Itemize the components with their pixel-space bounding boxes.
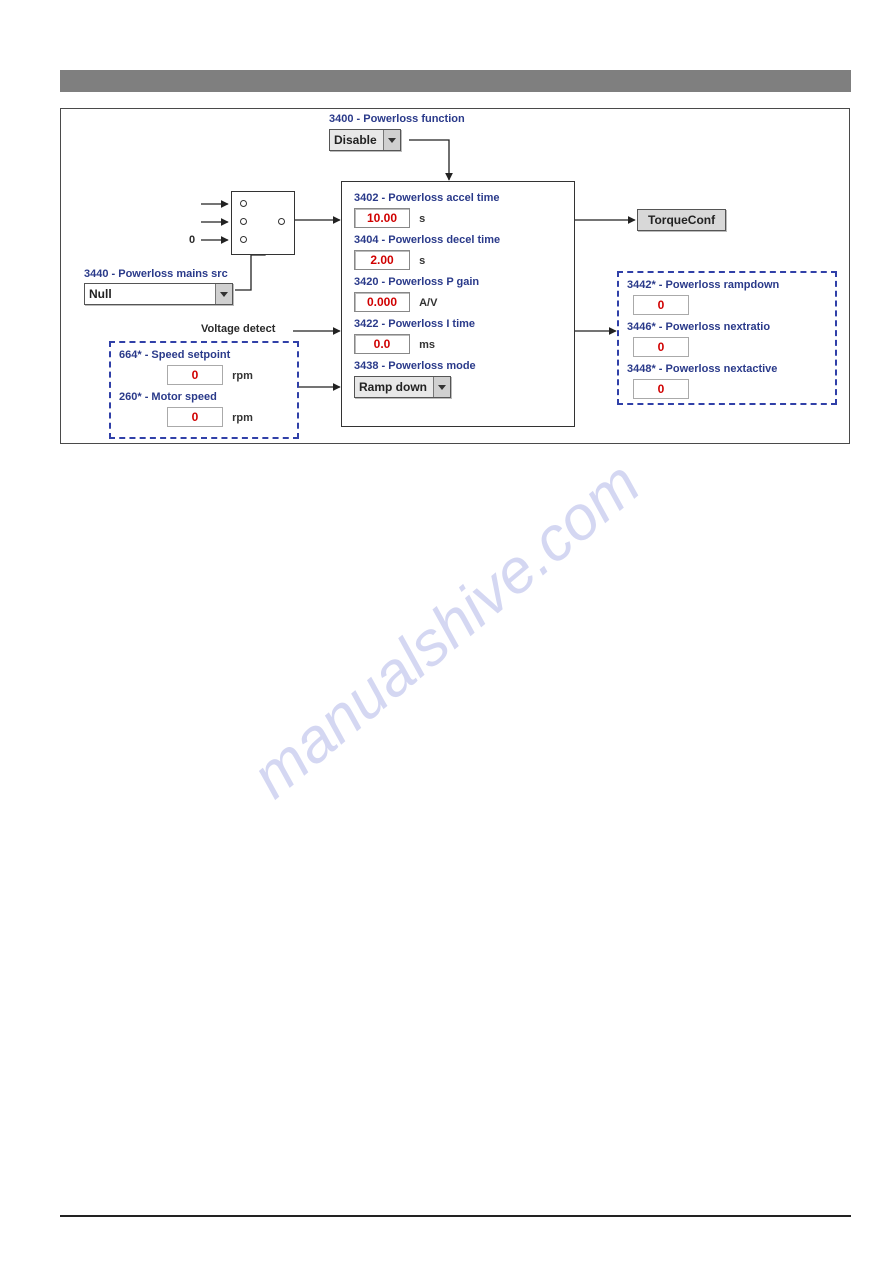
param-3438-value: Ramp down <box>355 377 433 397</box>
switch-zero-label: 0 <box>189 234 195 246</box>
param-260-unit: rpm <box>232 412 253 424</box>
param-3446-value: 0 <box>633 337 689 357</box>
speed-readouts-box: 664* - Speed setpoint 0 rpm 260* - Motor… <box>109 341 299 439</box>
param-3400-dropdown[interactable]: Disable <box>329 129 401 151</box>
param-3420-value[interactable]: 0.000 <box>354 292 410 312</box>
document-page: 3400 - Powerloss function Disable 0 3440… <box>0 0 893 1263</box>
param-3422-value[interactable]: 0.0 <box>354 334 410 354</box>
param-3402-value[interactable]: 10.00 <box>354 208 410 228</box>
param-260-value: 0 <box>167 407 223 427</box>
param-3446-label: 3446* - Powerloss nextratio <box>627 321 770 333</box>
param-3404-label: 3404 - Powerloss decel time <box>354 234 500 246</box>
footer-rule <box>60 1215 851 1217</box>
header-bar <box>60 70 851 92</box>
chevron-down-icon <box>433 377 450 397</box>
param-3400-value: Disable <box>330 130 383 150</box>
param-3442-label: 3442* - Powerloss rampdown <box>627 279 779 291</box>
param-3400-label: 3400 - Powerloss function <box>329 113 465 125</box>
param-3440-dropdown[interactable]: Null <box>84 283 233 305</box>
param-3420-label: 3420 - Powerloss P gain <box>354 276 479 288</box>
param-3438-dropdown[interactable]: Ramp down <box>354 376 451 398</box>
watermark-text: manualshive.com <box>238 448 653 812</box>
powerloss-params-box: 3402 - Powerloss accel time 10.00 s 3404… <box>341 181 575 427</box>
param-3448-value: 0 <box>633 379 689 399</box>
param-3440-label: 3440 - Powerloss mains src <box>84 268 228 280</box>
voltage-detect-label: Voltage detect <box>201 323 275 335</box>
param-3448-label: 3448* - Powerloss nextactive <box>627 363 777 375</box>
param-664-value: 0 <box>167 365 223 385</box>
torqueconf-button[interactable]: TorqueConf <box>637 209 726 231</box>
param-3440-value: Null <box>85 284 215 304</box>
param-664-label: 664* - Speed setpoint <box>119 349 230 361</box>
param-3422-label: 3422 - Powerloss I time <box>354 318 475 330</box>
param-3404-unit: s <box>419 255 425 267</box>
chevron-down-icon <box>215 284 232 304</box>
param-3402-label: 3402 - Powerloss accel time <box>354 192 500 204</box>
diagram-frame: 3400 - Powerloss function Disable 0 3440… <box>60 108 850 444</box>
powerloss-outputs-box: 3442* - Powerloss rampdown 0 3446* - Pow… <box>617 271 837 405</box>
param-3404-value[interactable]: 2.00 <box>354 250 410 270</box>
param-260-label: 260* - Motor speed <box>119 391 217 403</box>
param-3442-value: 0 <box>633 295 689 315</box>
param-664-unit: rpm <box>232 370 253 382</box>
param-3422-unit: ms <box>419 339 435 351</box>
param-3420-unit: A/V <box>419 297 437 309</box>
chevron-down-icon <box>383 130 400 150</box>
selector-switch <box>231 191 295 255</box>
param-3438-label: 3438 - Powerloss mode <box>354 360 476 372</box>
param-3402-unit: s <box>419 213 425 225</box>
